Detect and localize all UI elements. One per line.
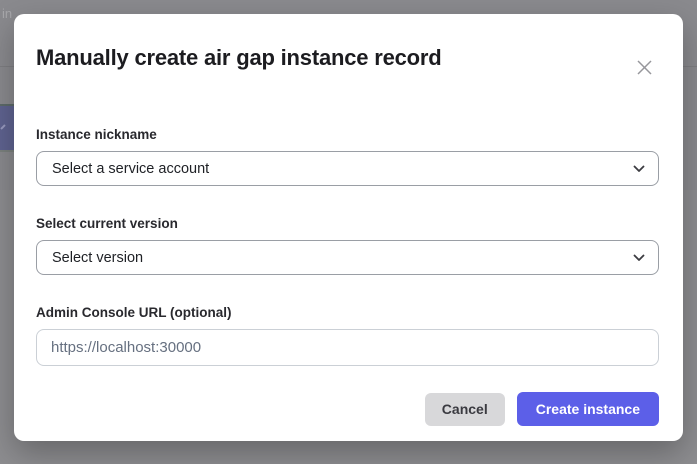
admin-console-url-input[interactable] [36, 329, 659, 366]
background-partial-text: in [2, 7, 12, 21]
instance-nickname-label: Instance nickname [36, 126, 659, 143]
create-instance-button[interactable]: Create instance [517, 392, 659, 426]
admin-console-url-label: Admin Console URL (optional) [36, 304, 659, 321]
current-version-select[interactable]: Select version [36, 240, 659, 275]
modal-title: Manually create air gap instance record [36, 44, 659, 72]
modal-footer: Cancel Create instance [36, 392, 659, 426]
x-icon [636, 59, 653, 76]
background-row-icon [0, 124, 6, 130]
instance-nickname-select[interactable]: Select a service account [36, 151, 659, 186]
cancel-button[interactable]: Cancel [425, 393, 505, 426]
chevron-down-icon [633, 165, 645, 173]
chevron-down-icon [633, 254, 645, 262]
select-value: Select version [52, 250, 143, 266]
select-value: Select a service account [52, 161, 209, 177]
current-version-label: Select current version [36, 215, 659, 232]
create-air-gap-instance-modal: Manually create air gap instance record … [14, 14, 683, 441]
close-icon[interactable] [633, 56, 655, 78]
